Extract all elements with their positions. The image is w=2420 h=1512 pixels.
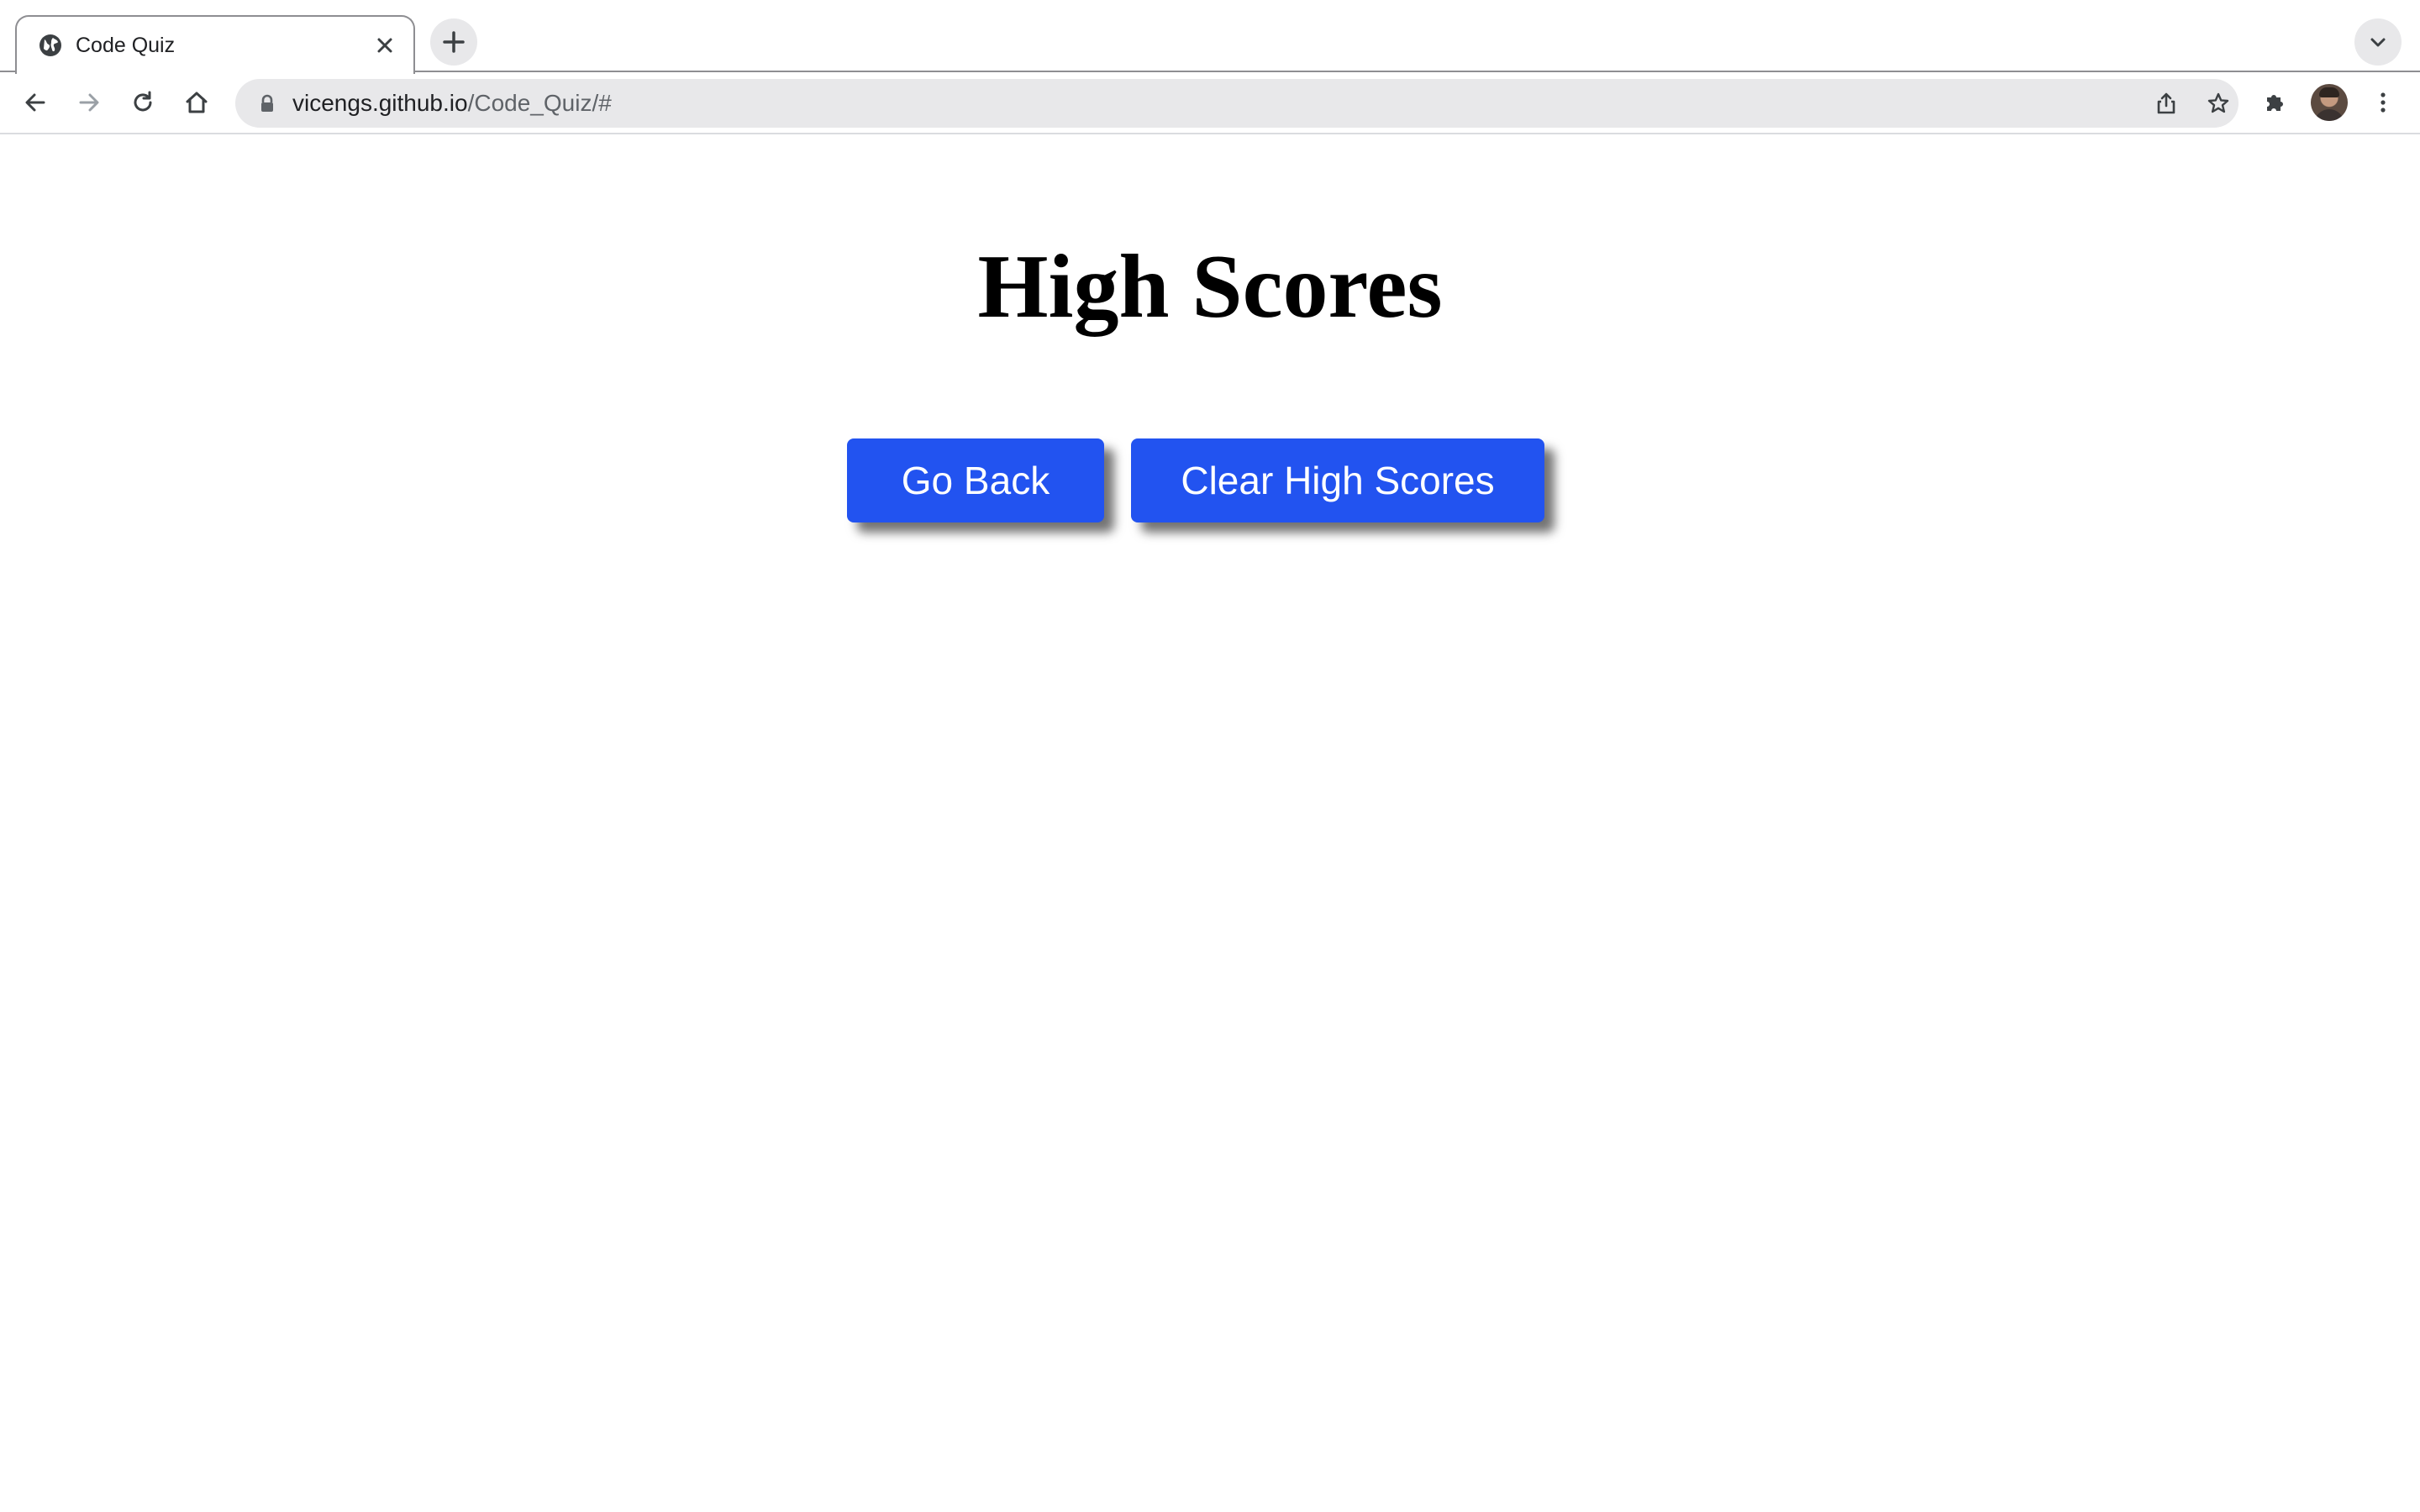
back-arrow-icon: [25, 93, 45, 112]
reload-icon: [134, 91, 152, 112]
tab-code-quiz[interactable]: Code Quiz: [15, 15, 415, 74]
page-content: High Scores Go Back Clear High Scores: [0, 134, 2420, 1512]
forward-button[interactable]: [67, 81, 111, 124]
star-icon[interactable]: [2202, 87, 2235, 120]
avatar[interactable]: [2311, 84, 2348, 121]
globe-icon: [37, 32, 64, 59]
url-path: /Code_Quiz/#: [467, 90, 612, 116]
address-bar[interactable]: vicengs.github.io/Code_Quiz/#: [235, 79, 2238, 128]
share-icon[interactable]: [2149, 87, 2183, 120]
plus-icon: [443, 31, 465, 53]
url-host: vicengs.github.io: [292, 90, 468, 116]
forward-arrow-icon: [79, 93, 99, 112]
tab-title: Code Quiz: [76, 34, 176, 57]
clear-high-scores-button[interactable]: Clear High Scores: [1131, 438, 1544, 522]
tab-strip: Code Quiz: [0, 0, 2420, 74]
puzzle-icon: [2267, 95, 2283, 111]
go-back-button[interactable]: Go Back: [847, 438, 1104, 522]
browser-toolbar: vicengs.github.io/Code_Quiz/#: [0, 72, 2420, 134]
close-icon[interactable]: [371, 32, 398, 59]
lock-icon[interactable]: [257, 93, 277, 113]
new-tab-button[interactable]: [430, 18, 477, 66]
browser-menu-button[interactable]: [2361, 81, 2405, 124]
browser-window: Code Quiz vicengs.github.io/Code_Quiz/# …: [0, 0, 2420, 1512]
extensions-button[interactable]: [2254, 81, 2297, 124]
url-text: vicengs.github.io/Code_Quiz/#: [292, 89, 612, 118]
chevron-down-icon: [2370, 38, 2386, 47]
back-button[interactable]: [13, 81, 57, 124]
button-row: Go Back Clear High Scores: [0, 438, 2420, 531]
home-icon: [186, 92, 208, 113]
home-button[interactable]: [175, 81, 218, 124]
kebab-menu-icon: [2381, 92, 2386, 113]
reload-button[interactable]: [121, 81, 165, 124]
page-title: High Scores: [977, 237, 1443, 337]
tab-search-button[interactable]: [2354, 18, 2402, 66]
